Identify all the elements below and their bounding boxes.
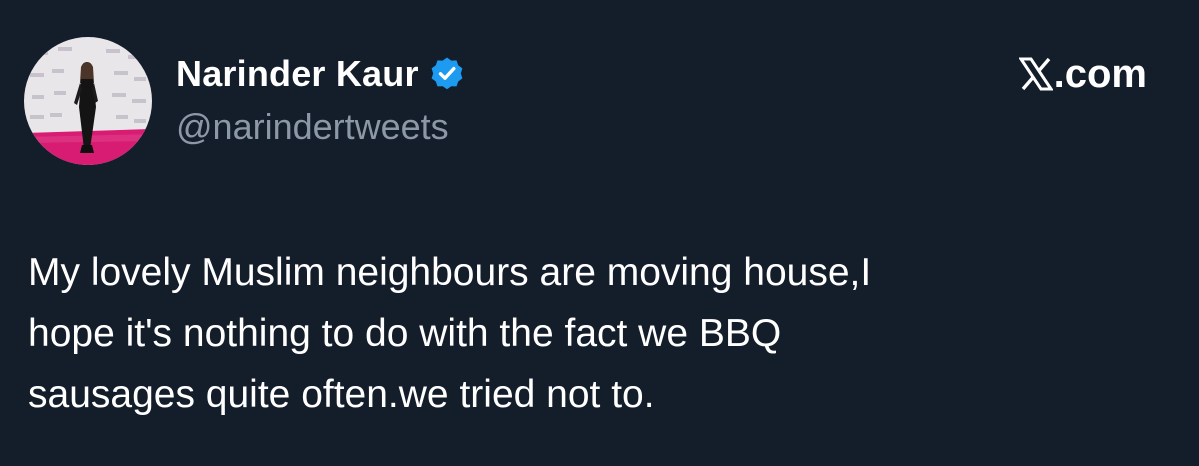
brand-logo: .com bbox=[1017, 51, 1147, 96]
author-block: Narinder Kaur @narindertweets bbox=[176, 52, 465, 148]
brand-domain-text: .com bbox=[1053, 51, 1147, 96]
name-row: Narinder Kaur bbox=[176, 52, 465, 96]
tweet-text: My lovely Muslim neighbours are moving h… bbox=[28, 251, 872, 416]
tweet-card: Narinder Kaur @narindertweets .com My lo… bbox=[0, 0, 1199, 466]
display-name[interactable]: Narinder Kaur bbox=[176, 53, 419, 95]
x-logo-icon bbox=[1017, 57, 1054, 91]
avatar-photo bbox=[24, 37, 152, 165]
user-handle[interactable]: @narindertweets bbox=[176, 106, 465, 148]
verified-badge-icon bbox=[429, 56, 465, 92]
avatar[interactable] bbox=[24, 37, 152, 165]
